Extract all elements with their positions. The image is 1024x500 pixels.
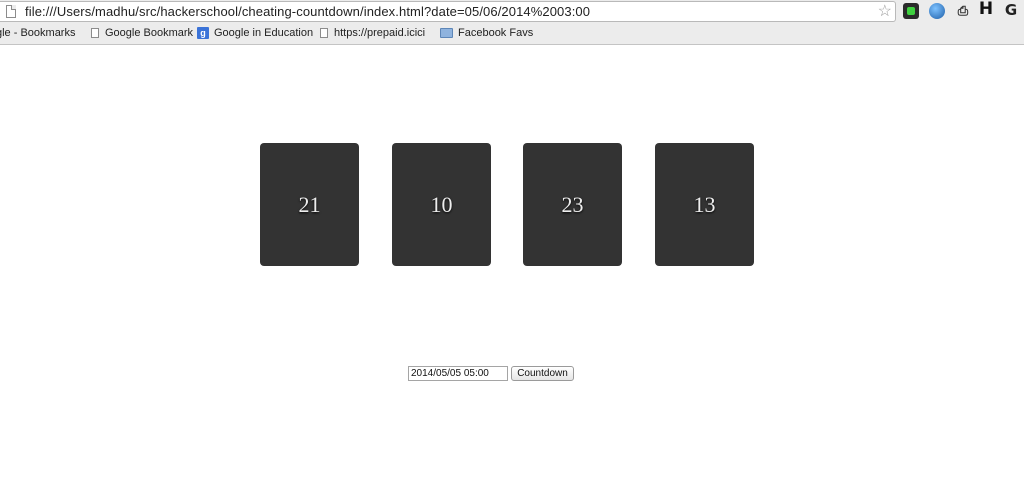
countdown-value: 13 xyxy=(693,191,716,217)
bookmark-label: Google Bookmark xyxy=(105,27,194,39)
countdown-tile: 13 xyxy=(655,143,754,266)
bookmark-label: gle - Bookmarks xyxy=(0,27,76,39)
bookmark-item[interactable]: Google Bookmark xyxy=(91,27,193,39)
g-icon[interactable]: G xyxy=(1003,1,1019,19)
h-icon[interactable]: H xyxy=(978,0,994,19)
countdown-value: 23 xyxy=(561,191,584,217)
page-icon xyxy=(91,28,99,38)
bookmark-item[interactable]: Facebook Favs xyxy=(440,27,533,39)
countdown-tile: 23 xyxy=(523,143,622,266)
bookmark-label: Google in Education xyxy=(214,27,314,39)
address-bar[interactable]: file:///Users/madhu/src/hackerschool/che… xyxy=(0,1,896,22)
green-square-icon[interactable] xyxy=(903,3,919,19)
bookmark-item[interactable]: https://prepaid.icici xyxy=(320,27,430,39)
page-icon xyxy=(320,28,328,38)
countdown-tile: 21 xyxy=(260,143,359,266)
countdown-tile: 10 xyxy=(392,143,491,266)
document-icon[interactable]: ⎙ xyxy=(955,3,971,19)
date-input[interactable] xyxy=(408,366,508,381)
countdown-value: 10 xyxy=(430,191,453,217)
google-icon: g xyxy=(197,27,209,39)
globe-icon[interactable] xyxy=(929,3,945,19)
bookmark-item[interactable]: g Google in Education xyxy=(197,27,313,39)
bookmark-item[interactable]: gle - Bookmarks xyxy=(0,27,75,39)
url-text[interactable]: file:///Users/madhu/src/hackerschool/che… xyxy=(25,4,590,19)
page-icon xyxy=(6,5,16,18)
bookmark-label: Facebook Favs xyxy=(458,27,534,39)
bookmark-label: https://prepaid.icici xyxy=(334,27,426,39)
folder-icon xyxy=(440,28,453,38)
browser-chrome: file:///Users/madhu/src/hackerschool/che… xyxy=(0,0,1024,45)
countdown-value: 21 xyxy=(298,191,321,217)
bookmarks-bar: gle - Bookmarks Google Bookmark g Google… xyxy=(0,24,1024,44)
bookmark-star-icon[interactable]: ☆ xyxy=(878,2,892,21)
countdown-button[interactable]: Countdown xyxy=(511,366,574,381)
